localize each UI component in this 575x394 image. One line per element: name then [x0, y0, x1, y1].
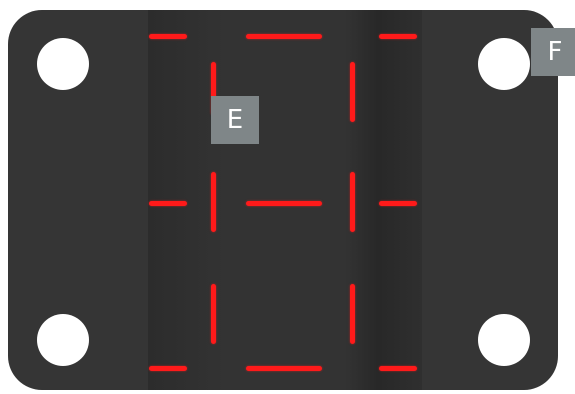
segment-center-right [350, 172, 355, 232]
display-board [8, 10, 558, 390]
segment-lower-left [211, 284, 216, 344]
segment-middle-left-stub [149, 201, 187, 206]
segment-upper-right [350, 62, 355, 122]
segment-middle [246, 201, 322, 206]
segment-top [246, 34, 322, 39]
label-tag-f: F [531, 28, 575, 76]
segment-middle-right-stub [379, 201, 417, 206]
image-stage: E F [0, 0, 575, 394]
label-tag-e: E [211, 96, 259, 144]
segment-bottom [246, 366, 322, 371]
segment-top-right-stub [379, 34, 417, 39]
mount-hole-top-right [478, 38, 530, 90]
display-center-panel [148, 10, 422, 390]
segment-bottom-left-stub [149, 366, 187, 371]
mount-hole-bottom-left [37, 314, 89, 366]
mount-hole-bottom-right [478, 314, 530, 366]
segment-center-left [211, 172, 216, 232]
mount-hole-top-left [37, 38, 89, 90]
segment-lower-right [350, 284, 355, 344]
segment-top-left-stub [149, 34, 187, 39]
segment-bottom-right-stub [379, 366, 417, 371]
